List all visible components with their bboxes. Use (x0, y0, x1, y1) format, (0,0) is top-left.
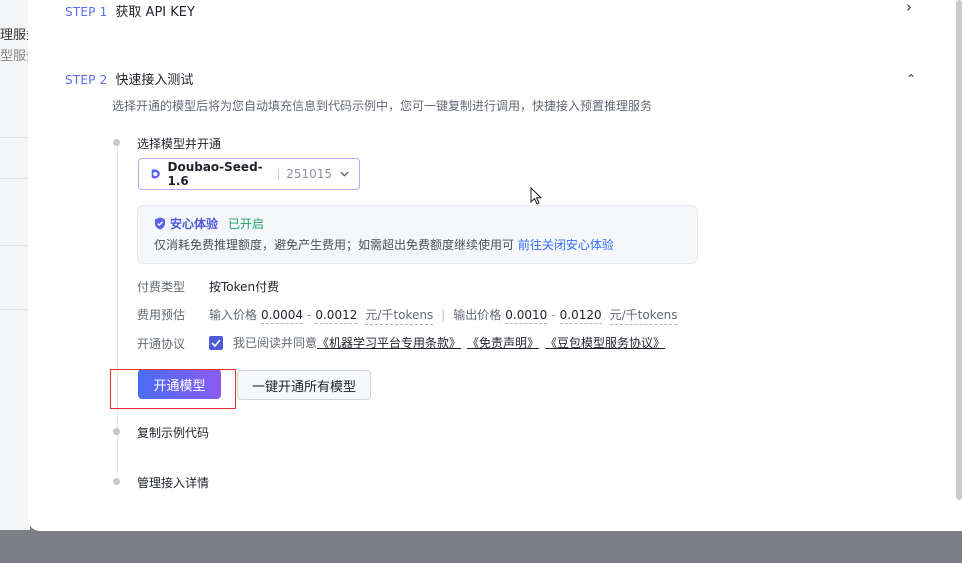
safe-experience-text: 仅消耗免费推理额度，避免产生费用；如需超出免费额度继续使用可 (154, 238, 515, 252)
input-price-max: 0.0012 (315, 308, 358, 324)
timeline-line (117, 144, 118, 474)
select-model-title: 选择模型并开通 (137, 137, 222, 151)
agreement-prefix: 我已阅读并同意 (233, 336, 318, 350)
step2-header[interactable]: STEP 2 快速接入测试 (65, 69, 193, 88)
output-price-label: 输出价格 (453, 308, 502, 322)
background-page: 理服务 型服务 (0, 0, 30, 530)
step2-tag: STEP 2 (65, 73, 108, 87)
output-price-unit: 元/千tokens (609, 306, 678, 325)
scrollbar-thumb[interactable] (956, 0, 962, 500)
safe-experience-notice: 安心体验 已开启 仅消耗免费推理额度，避免产生费用；如需超出免费额度继续使用可 … (137, 205, 698, 264)
divider (0, 309, 30, 310)
disclaimer-link[interactable]: 《免责声明》 (467, 334, 539, 351)
billing-type-label: 付费类型 (137, 280, 186, 294)
background-text: 理服务 (0, 28, 30, 43)
chevron-right-icon[interactable]: › (906, 0, 912, 16)
model-name: Doubao-Seed-1.6 (167, 160, 263, 188)
divider (0, 137, 30, 138)
input-price-label: 输入价格 (209, 308, 258, 322)
timeline-dot (113, 478, 120, 485)
doubao-service-agreement-link[interactable]: 《豆包模型服务协议》 (545, 334, 665, 351)
chevron-down-icon (340, 171, 349, 177)
agreement-row: 我已阅读并同意 《机器学习平台专用条款》 《免责声明》 《豆包模型服务协议》 (209, 334, 665, 351)
price-estimate-row: 输入价格 0.0004 - 0.0012 元/千tokens | 输出价格 0.… (209, 306, 678, 325)
shield-icon (155, 217, 165, 230)
price-separator: | (441, 308, 446, 322)
doubao-logo-icon (151, 169, 160, 179)
cost-estimate-label: 费用预估 (137, 308, 186, 322)
range-dash: - (551, 308, 556, 322)
close-safe-experience-link[interactable]: 前往关闭安心体验 (518, 238, 614, 252)
step2-title: 快速接入测试 (115, 73, 194, 88)
model-version: 251015 (286, 167, 333, 181)
agreement-label: 开通协议 (137, 337, 186, 351)
output-price-max: 0.0120 (559, 308, 602, 324)
step1-title: 获取 API KEY (115, 5, 195, 20)
api-access-panel: STEP 1 获取 API KEY › STEP 2 快速接入测试 ⌃ 选择开通… (28, 0, 962, 531)
timeline-dot (113, 139, 120, 146)
model-select[interactable]: Doubao-Seed-1.6 251015 (138, 158, 360, 190)
checkmark-icon (211, 338, 221, 347)
step1-tag: STEP 1 (65, 5, 108, 19)
model-separator (278, 168, 280, 180)
safe-experience-title: 安心体验 (170, 217, 219, 231)
safe-experience-status: 已开启 (228, 217, 265, 231)
activate-model-button[interactable]: 开通模型 (138, 369, 221, 399)
chevron-up-icon[interactable]: ⌃ (906, 72, 916, 86)
manage-details-title: 管理接入详情 (137, 476, 210, 490)
step2-description: 选择开通的模型后将为您自动填充信息到代码示例中，您可一键复制进行调用，快捷接入预… (112, 99, 653, 113)
input-price-min: 0.0004 (261, 308, 304, 324)
step1-header[interactable]: STEP 1 获取 API KEY (65, 1, 195, 20)
range-dash: - (307, 308, 312, 322)
billing-type-value: 按Token付费 (209, 280, 280, 294)
input-price-unit: 元/千tokens (365, 306, 434, 325)
copy-code-title: 复制示例代码 (137, 426, 210, 440)
timeline-dot (113, 428, 120, 435)
background-subtext: 型服务 (0, 49, 30, 64)
ml-platform-terms-link[interactable]: 《机器学习平台专用条款》 (317, 334, 461, 351)
activate-all-models-button[interactable]: 一键开通所有模型 (237, 370, 371, 400)
divider (0, 178, 30, 179)
agreement-checkbox[interactable] (209, 335, 223, 350)
mouse-cursor-icon (530, 187, 543, 205)
output-price-min: 0.0010 (505, 308, 548, 324)
divider (0, 245, 30, 246)
